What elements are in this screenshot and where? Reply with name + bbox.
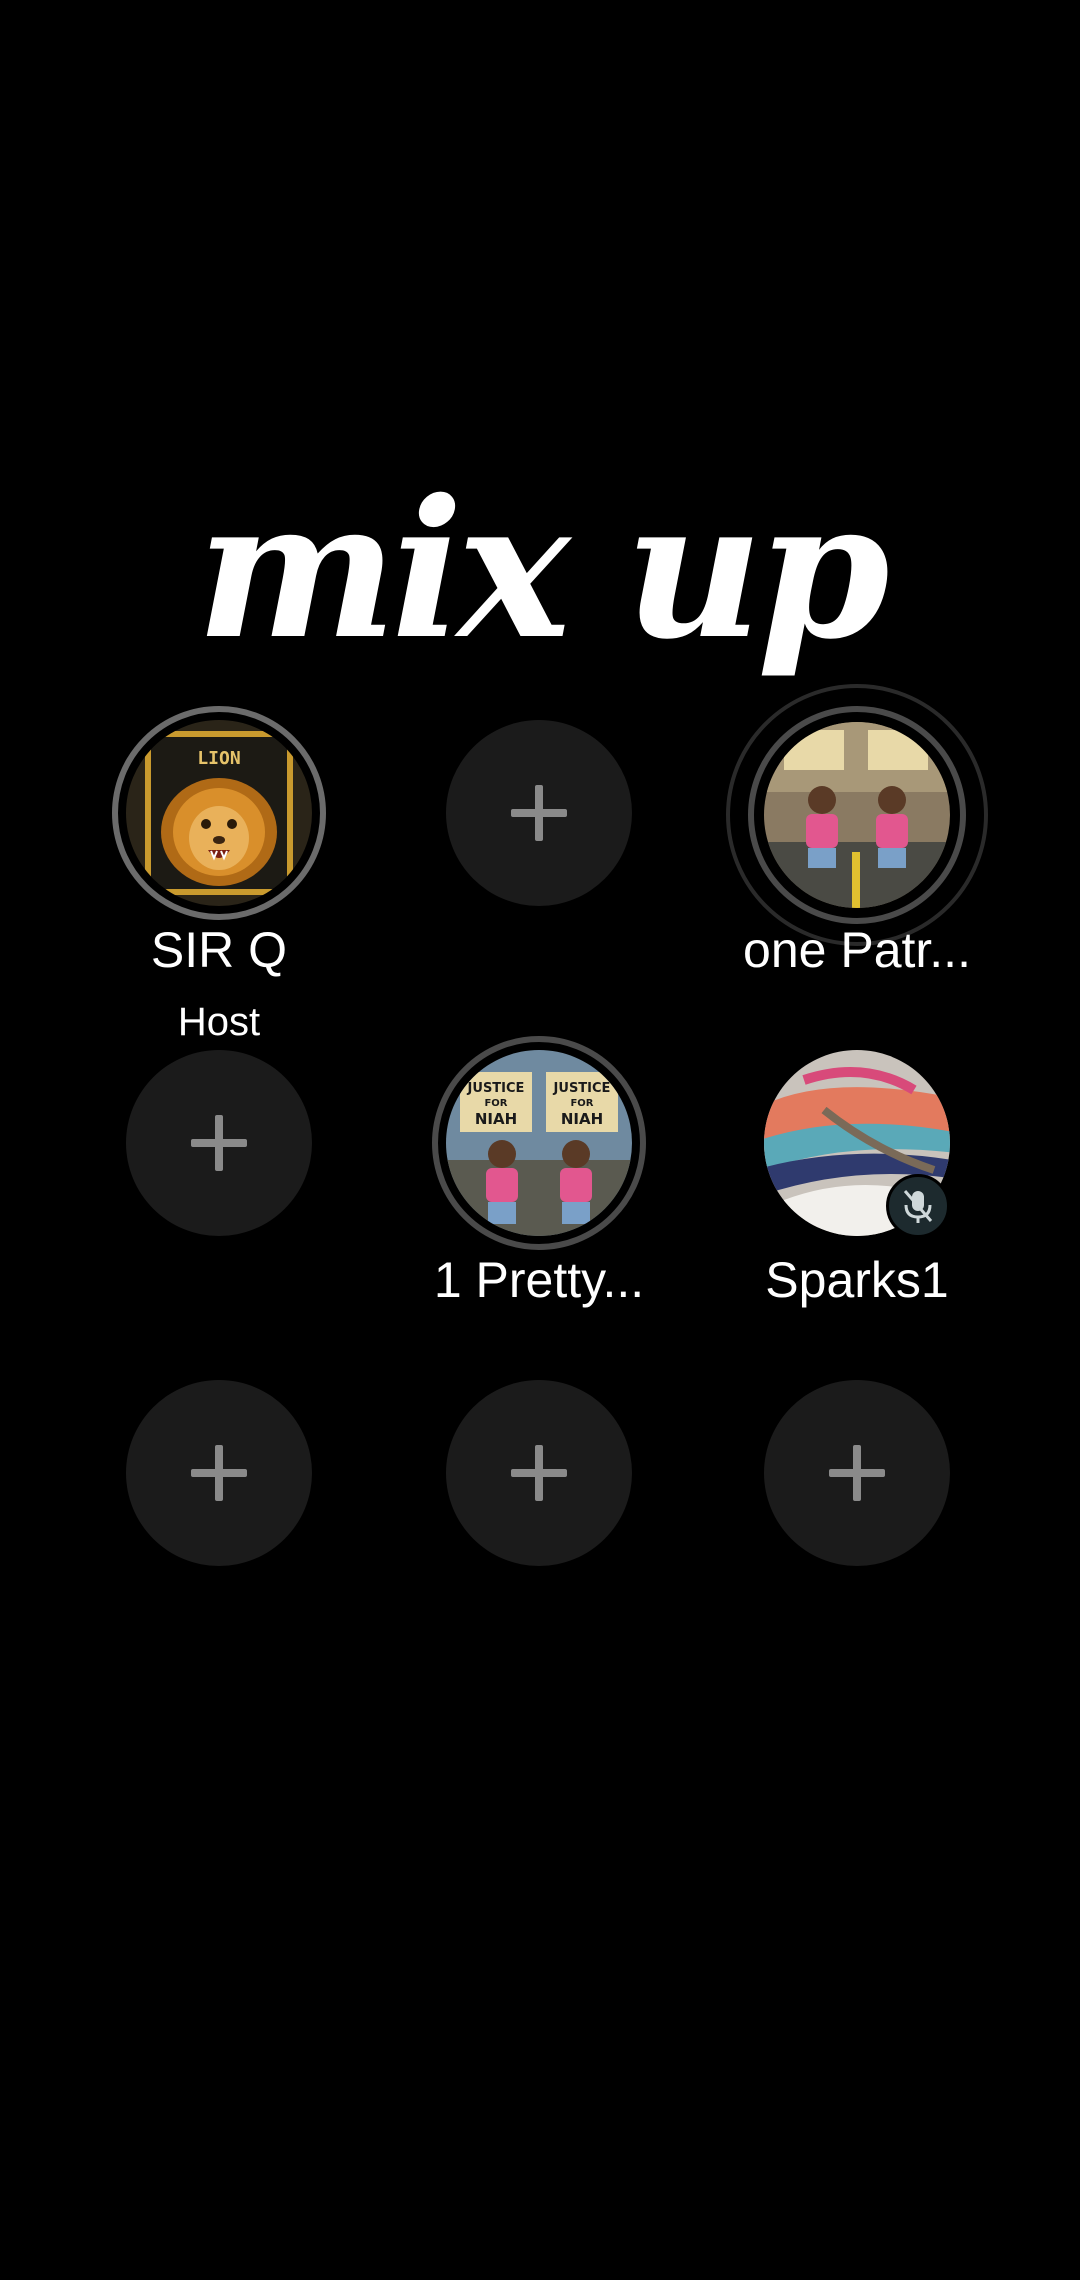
svg-text:FOR: FOR [570, 1098, 593, 1109]
svg-text:FOR: FOR [484, 1098, 507, 1109]
seat-name: SIR Q [150, 922, 288, 978]
svg-text:JUSTICE: JUSTICE [553, 1081, 611, 1096]
host-avatar[interactable]: LION [126, 720, 312, 906]
svg-text:NIAH: NIAH [561, 1110, 603, 1128]
seat-name: Sparks1 [765, 1252, 949, 1308]
plus-icon [829, 1445, 885, 1501]
mic-off-icon [886, 1174, 950, 1238]
plus-icon [511, 1445, 567, 1501]
seat-name: one Patr... [743, 922, 971, 978]
seat-name: 1 Pretty... [433, 1252, 645, 1308]
lion-logo-text: LION [197, 748, 240, 769]
speaker-avatar[interactable] [764, 722, 950, 908]
plus-icon [191, 1115, 247, 1171]
lion-avatar-image: LION [126, 720, 312, 906]
protest-photo-avatar [764, 722, 950, 908]
svg-text:JUSTICE: JUSTICE [467, 1081, 525, 1096]
justice-for-niah-avatar: JUSTICE FOR NIAH JUSTICE FOR NIAH [446, 1050, 632, 1236]
empty-seat-button[interactable] [446, 1380, 632, 1566]
empty-seat-button[interactable] [126, 1380, 312, 1566]
svg-text:NIAH: NIAH [475, 1110, 517, 1128]
plus-icon [191, 1445, 247, 1501]
empty-seat-button[interactable] [126, 1050, 312, 1236]
empty-seat-button[interactable] [446, 720, 632, 906]
host-badge: Host [177, 1000, 261, 1044]
room-title: mix up [196, 458, 890, 681]
empty-seat-button[interactable] [764, 1380, 950, 1566]
speaker-avatar[interactable]: JUSTICE FOR NIAH JUSTICE FOR NIAH [446, 1050, 632, 1236]
plus-icon [511, 785, 567, 841]
